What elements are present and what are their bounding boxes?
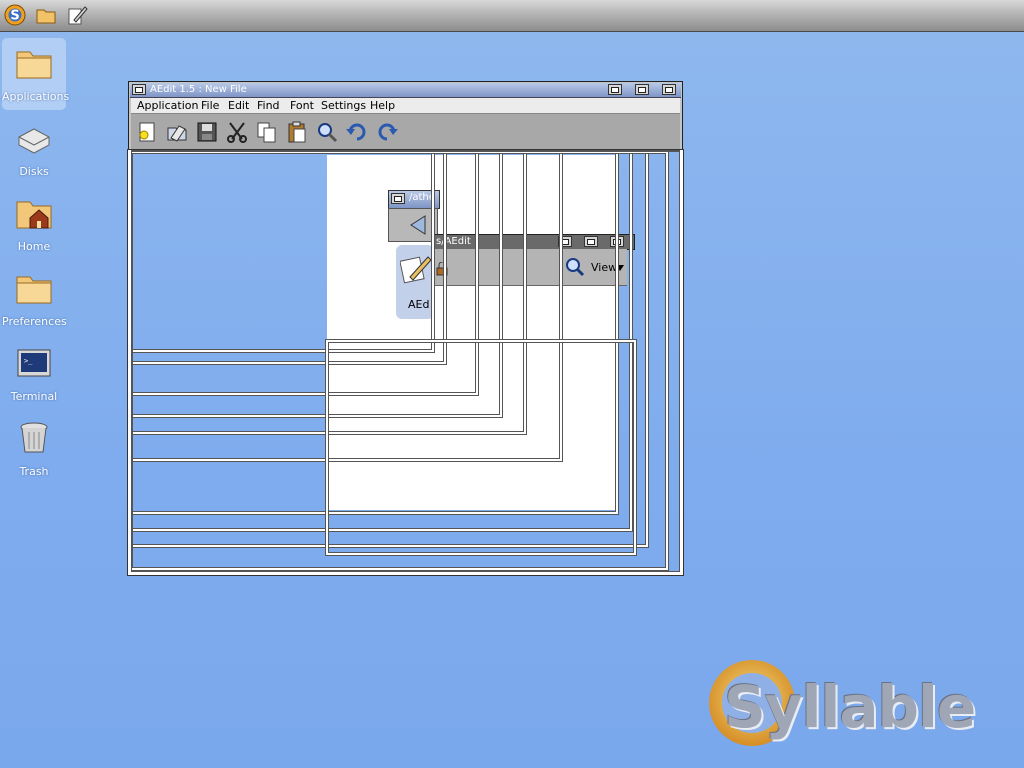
menu-file[interactable]: File xyxy=(201,98,219,113)
menu-settings[interactable]: Settings xyxy=(321,98,366,113)
desktop-icon-preferences[interactable]: Preferences xyxy=(2,263,67,335)
window-menu-button[interactable] xyxy=(132,84,146,95)
copy-icon[interactable] xyxy=(255,120,279,144)
cut-icon[interactable] xyxy=(225,120,249,144)
disk-icon xyxy=(18,128,50,154)
desktop-icon-label: Home xyxy=(17,240,51,253)
open-file-icon[interactable] xyxy=(165,120,189,144)
menu-font[interactable]: Font xyxy=(290,98,314,113)
aedit-window: AEdit 1.5 : New File Application File Ed… xyxy=(128,81,683,575)
desktop-icon-trash[interactable]: Trash xyxy=(2,413,66,485)
new-file-icon[interactable] xyxy=(135,120,159,144)
close-button[interactable] xyxy=(662,84,676,95)
syllable-logo-text: Syllable xyxy=(724,673,976,741)
menu-application[interactable]: Application xyxy=(137,98,198,113)
syllable-menu-icon[interactable]: S xyxy=(4,4,26,26)
redo-icon[interactable] xyxy=(375,120,399,144)
toolbar xyxy=(131,114,680,152)
terminal-icon: >_ xyxy=(17,349,51,377)
desktop-icon-label: Disks xyxy=(19,165,49,178)
aedit-titlebar[interactable]: AEdit 1.5 : New File xyxy=(130,83,681,98)
folder-icon xyxy=(16,51,52,79)
menu-help[interactable]: Help xyxy=(370,98,395,113)
menu-edit[interactable]: Edit xyxy=(228,98,249,113)
desktop-icon-label: Terminal xyxy=(10,390,58,403)
maximize-button[interactable] xyxy=(635,84,649,95)
desktop-icon-terminal[interactable]: >_ Terminal xyxy=(2,338,66,410)
trash-icon xyxy=(20,422,48,453)
svg-text:S: S xyxy=(10,9,19,24)
undo-icon[interactable] xyxy=(345,120,369,144)
desktop-icon-home[interactable]: Home xyxy=(2,188,66,260)
svg-text:>_: >_ xyxy=(24,357,33,365)
home-folder-icon xyxy=(16,201,52,229)
aedit-launcher-icon[interactable] xyxy=(66,4,88,26)
menu-find[interactable]: Find xyxy=(257,98,280,113)
menubar: Application File Edit Find Font Settings… xyxy=(131,98,680,114)
aedit-window-frame xyxy=(128,150,683,575)
window-title: AEdit 1.5 : New File xyxy=(150,84,247,95)
paste-icon[interactable] xyxy=(285,120,309,144)
desktop-icon-disks[interactable]: Disks xyxy=(2,113,66,185)
folder-icon[interactable] xyxy=(35,4,57,26)
desktop-icon-label: Trash xyxy=(19,465,49,478)
aedit-header: AEdit 1.5 : New File Application File Ed… xyxy=(128,81,683,152)
desktop-icon-applications[interactable]: Applications xyxy=(2,38,70,110)
desktop-icon-label: Preferences xyxy=(2,315,67,328)
desktop-icon-label: Applications xyxy=(2,90,70,103)
taskbar: S xyxy=(0,0,1024,32)
minimize-button[interactable] xyxy=(608,84,622,95)
find-icon[interactable] xyxy=(315,120,339,144)
save-icon[interactable] xyxy=(195,120,219,144)
folder-icon xyxy=(16,276,52,304)
